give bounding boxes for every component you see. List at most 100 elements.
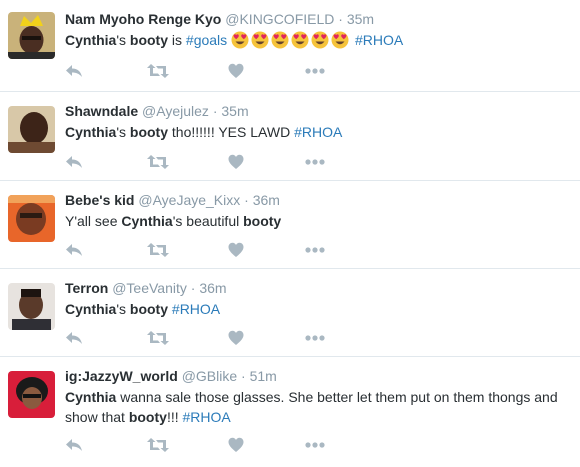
timestamp[interactable]: 35m bbox=[221, 103, 248, 119]
hashtag-link[interactable]: #RHOA bbox=[172, 301, 220, 317]
tweet[interactable]: Terron @TeeVanity · 36m Cynthia's booty … bbox=[0, 269, 580, 357]
reply-button[interactable] bbox=[65, 153, 83, 171]
separator: · bbox=[190, 280, 196, 296]
reply-button[interactable] bbox=[65, 329, 83, 347]
keyword: Cynthia bbox=[65, 389, 117, 405]
avatar[interactable] bbox=[8, 283, 55, 330]
text-fragment: 's bbox=[116, 32, 130, 48]
author-name[interactable]: ig:JazzyW_world bbox=[65, 368, 178, 384]
separator: · bbox=[244, 192, 249, 208]
tweet-feed: Nam Myoho Renge Kyo @KINGCOFIELD · 35m C… bbox=[0, 0, 580, 467]
like-icon bbox=[228, 242, 244, 257]
tweet-content: Shawndale @Ayejulez · 35m Cynthia's boot… bbox=[65, 102, 574, 142]
more-button[interactable] bbox=[305, 153, 325, 171]
tweet[interactable]: ig:JazzyW_world @GBlike · 51m Cynthia wa… bbox=[0, 357, 580, 467]
retweet-button[interactable] bbox=[147, 436, 169, 454]
hashtag-link[interactable]: #RHOA bbox=[294, 124, 342, 140]
reply-icon bbox=[66, 156, 82, 168]
author-handle[interactable]: @Ayejulez bbox=[142, 103, 209, 119]
tweet-header: Bebe's kid @AyeJaye_Kixx · 36m bbox=[65, 191, 574, 209]
keyword: Cynthia bbox=[121, 213, 173, 229]
like-button[interactable] bbox=[228, 241, 244, 259]
tweet[interactable]: Nam Myoho Renge Kyo @KINGCOFIELD · 35m C… bbox=[0, 0, 580, 92]
author-handle[interactable]: @AyeJaye_Kixx bbox=[138, 192, 240, 208]
more-button[interactable] bbox=[305, 62, 325, 80]
like-icon bbox=[228, 330, 244, 345]
more-button[interactable] bbox=[305, 329, 325, 347]
more-icon bbox=[305, 442, 325, 448]
like-button[interactable] bbox=[228, 329, 244, 347]
author-name[interactable]: Nam Myoho Renge Kyo bbox=[65, 11, 221, 27]
like-button[interactable] bbox=[228, 436, 244, 454]
reply-icon bbox=[66, 244, 82, 256]
text-fragment: 's bbox=[116, 124, 130, 140]
hashtag-link[interactable]: #RHOA bbox=[183, 409, 231, 425]
text-fragment: Y'all see bbox=[65, 213, 122, 229]
avatar[interactable] bbox=[8, 195, 55, 242]
text-fragment: 's beautiful bbox=[172, 213, 244, 229]
like-icon bbox=[228, 437, 244, 452]
retweet-button[interactable] bbox=[147, 241, 169, 259]
tweet-content: Bebe's kid @AyeJaye_Kixx · 36m Y'all see… bbox=[65, 191, 574, 231]
tweet-actions bbox=[65, 329, 345, 347]
tweet-text: Cynthia wanna sale those glasses. She be… bbox=[65, 387, 574, 427]
text-fragment: wanna sale those glasses. She better let… bbox=[116, 389, 558, 405]
tweet-text: Cynthia's booty tho!!!!!! YES LAWD #RHOA bbox=[65, 122, 574, 142]
timestamp[interactable]: 35m bbox=[347, 11, 374, 27]
timestamp[interactable]: 36m bbox=[199, 280, 226, 296]
tweet-text: Y'all see Cynthia's beautiful booty bbox=[65, 211, 574, 231]
keyword: booty bbox=[243, 213, 282, 229]
emoji-group bbox=[231, 31, 355, 49]
tweet[interactable]: Shawndale @Ayejulez · 35m Cynthia's boot… bbox=[0, 92, 580, 181]
hashtag-link[interactable]: #goals bbox=[186, 32, 227, 48]
heart-eyes-emoji bbox=[291, 31, 309, 49]
retweet-button[interactable] bbox=[147, 62, 169, 80]
reply-button[interactable] bbox=[65, 62, 83, 80]
author-handle[interactable]: @TeeVanity bbox=[112, 280, 187, 296]
retweet-button[interactable] bbox=[147, 153, 169, 171]
author-name[interactable]: Shawndale bbox=[65, 103, 138, 119]
more-icon bbox=[305, 247, 325, 253]
timestamp[interactable]: 36m bbox=[253, 192, 280, 208]
more-button[interactable] bbox=[305, 436, 325, 454]
keyword: booty bbox=[128, 409, 167, 425]
tweet-actions bbox=[65, 241, 345, 259]
avatar[interactable] bbox=[8, 371, 55, 418]
more-button[interactable] bbox=[305, 241, 325, 259]
retweet-icon bbox=[147, 155, 169, 169]
tweet-actions bbox=[65, 436, 345, 454]
keyword: Cynthia bbox=[65, 301, 117, 317]
reply-button[interactable] bbox=[65, 241, 83, 259]
tweet-text: Cynthia's booty #RHOA bbox=[65, 299, 574, 319]
avatar[interactable] bbox=[8, 12, 55, 59]
author-handle[interactable]: @GBlike bbox=[182, 368, 237, 384]
heart-eyes-emoji bbox=[311, 31, 329, 49]
tweet-header: Terron @TeeVanity · 36m bbox=[65, 279, 574, 297]
tweet-actions bbox=[65, 62, 345, 80]
hashtag-link[interactable]: #RHOA bbox=[355, 32, 403, 48]
text-fragment: !!! bbox=[166, 409, 183, 425]
heart-eyes-emoji bbox=[251, 31, 269, 49]
author-name[interactable]: Bebe's kid bbox=[65, 192, 134, 208]
author-name[interactable]: Terron bbox=[65, 280, 108, 296]
tweet-content: ig:JazzyW_world @GBlike · 51m Cynthia wa… bbox=[65, 367, 574, 427]
timestamp[interactable]: 51m bbox=[250, 368, 277, 384]
keyword: Cynthia bbox=[65, 32, 117, 48]
retweet-icon bbox=[147, 438, 169, 452]
reply-icon bbox=[66, 65, 82, 77]
like-icon bbox=[228, 154, 244, 169]
author-handle[interactable]: @KINGCOFIELD bbox=[225, 11, 334, 27]
like-button[interactable] bbox=[228, 153, 244, 171]
text-fragment: show that bbox=[65, 409, 129, 425]
text-fragment: is bbox=[168, 32, 186, 48]
separator: · bbox=[212, 103, 218, 119]
tweet-header: Shawndale @Ayejulez · 35m bbox=[65, 102, 574, 120]
avatar[interactable] bbox=[8, 106, 55, 153]
reply-icon bbox=[66, 332, 82, 344]
retweet-button[interactable] bbox=[147, 329, 169, 347]
more-icon bbox=[305, 335, 325, 341]
tweet[interactable]: Bebe's kid @AyeJaye_Kixx · 36m Y'all see… bbox=[0, 181, 580, 269]
reply-button[interactable] bbox=[65, 436, 83, 454]
tweet-content: Terron @TeeVanity · 36m Cynthia's booty … bbox=[65, 279, 574, 319]
like-button[interactable] bbox=[228, 62, 244, 80]
